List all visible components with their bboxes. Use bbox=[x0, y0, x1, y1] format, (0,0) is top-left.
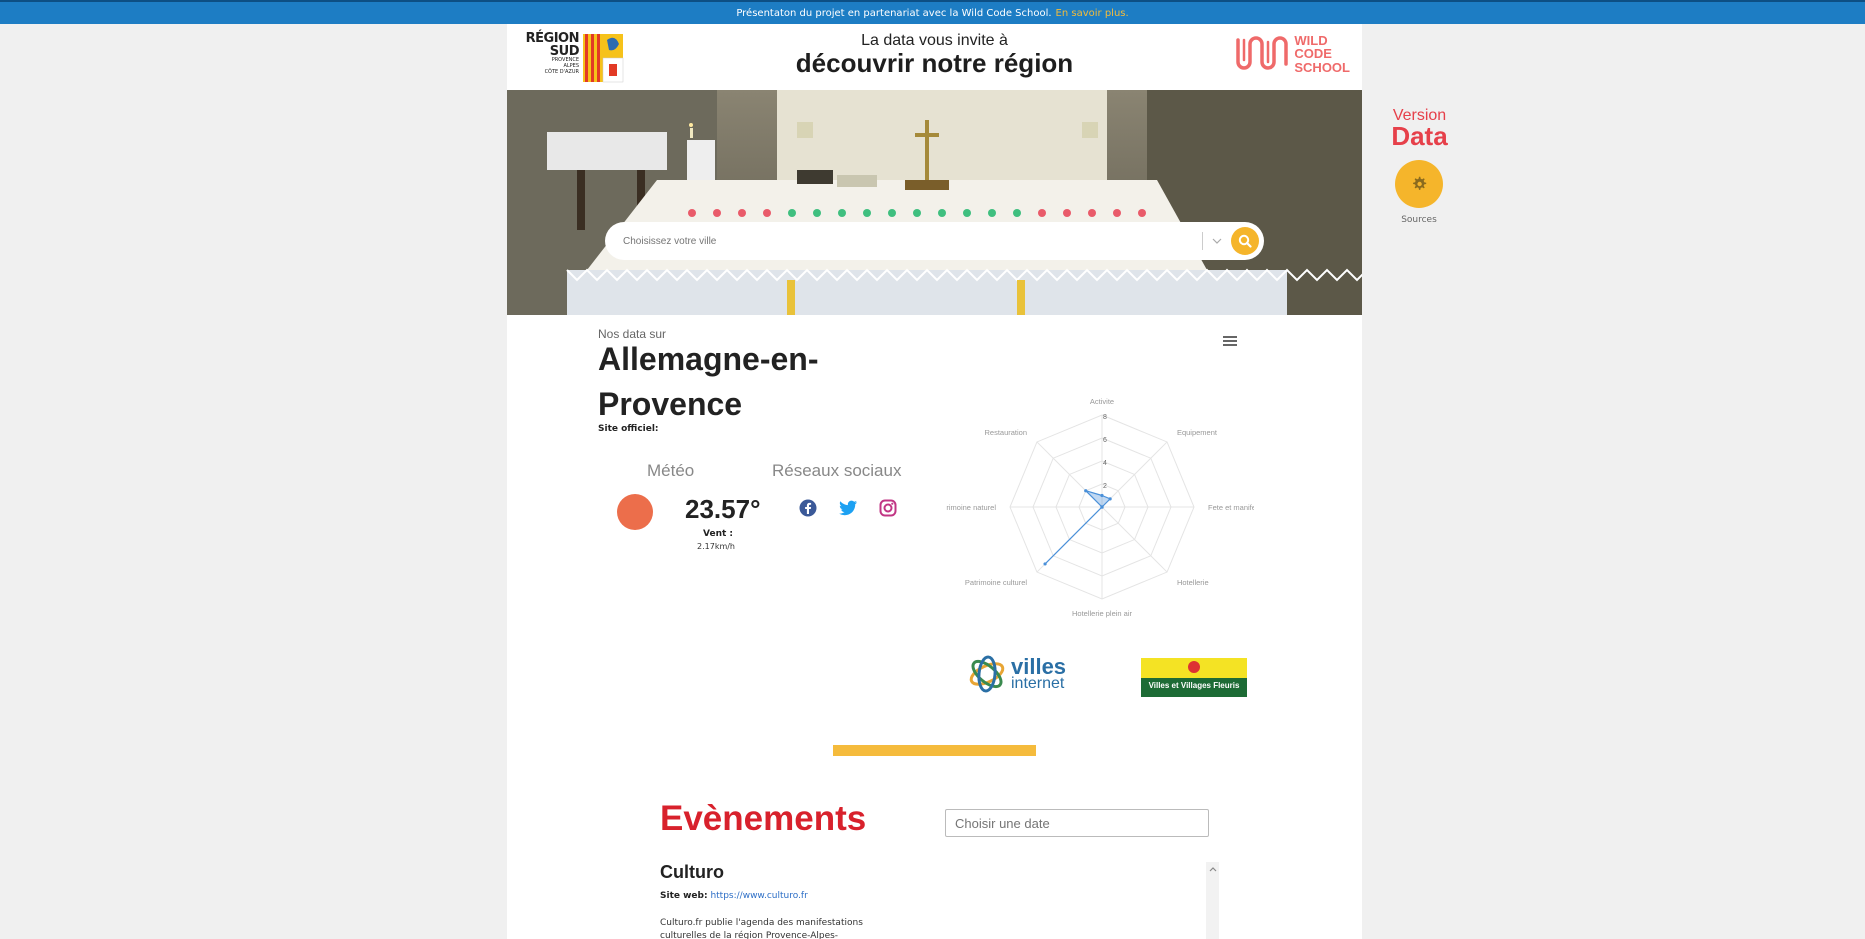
scroll-up-icon[interactable] bbox=[1206, 865, 1219, 874]
search-button[interactable] bbox=[1231, 227, 1259, 255]
radar-axis-label: rimoine naturel bbox=[946, 503, 996, 512]
radar-point bbox=[1043, 562, 1047, 566]
wcs-logo-line2: CODE bbox=[1294, 46, 1332, 62]
section-divider bbox=[833, 745, 1036, 756]
radar-point bbox=[1100, 493, 1104, 498]
radar-point bbox=[1108, 497, 1112, 501]
chevron-down-icon[interactable] bbox=[1203, 236, 1231, 247]
radar-tick-label: 6 bbox=[1103, 437, 1107, 444]
flower-icon bbox=[1188, 661, 1200, 673]
search-icon bbox=[1238, 234, 1252, 248]
city-search-input[interactable] bbox=[623, 235, 1202, 247]
radar-axis-label: Patrimoine culturel bbox=[965, 578, 1027, 587]
event-item: Culturo Site web: https://www.culturo.fr… bbox=[660, 862, 1226, 939]
version-line2: Data bbox=[1391, 121, 1448, 151]
radar-axis-label: Hotellerie plein air bbox=[1072, 609, 1133, 618]
sources-button[interactable] bbox=[1395, 160, 1443, 208]
villes-fleuris-badge: Villes et Villages Fleuris bbox=[1141, 658, 1247, 697]
city-name-line1: Allemagne-en- bbox=[598, 341, 819, 377]
hero-image bbox=[507, 90, 1362, 315]
wind-value: 2.17km/h bbox=[697, 542, 736, 551]
radar-axis-label: Activite bbox=[1090, 397, 1114, 406]
weather-title: Météo bbox=[647, 461, 695, 480]
event-website: Site web: https://www.culturo.fr bbox=[660, 891, 1226, 901]
events-title: Evènements bbox=[660, 799, 867, 838]
date-picker-input[interactable] bbox=[945, 809, 1209, 837]
wcs-logo-icon bbox=[1236, 36, 1289, 70]
radar-tick-label: 8 bbox=[1103, 414, 1107, 421]
event-website-label: Site web: bbox=[660, 891, 708, 901]
radar-point bbox=[1084, 489, 1088, 493]
wcs-logo-line3: SCHOOL bbox=[1294, 59, 1350, 75]
events-list: Culturo Site web: https://www.culturo.fr… bbox=[660, 862, 1226, 939]
instagram-icon[interactable] bbox=[877, 497, 899, 519]
villes-internet-line2: internet bbox=[1011, 674, 1065, 692]
event-website-link[interactable]: https://www.culturo.fr bbox=[710, 891, 807, 901]
top-banner: Présentaton du projet en partenariat ave… bbox=[0, 0, 1865, 24]
radar-point bbox=[1100, 505, 1104, 509]
chart-menu-icon[interactable] bbox=[1223, 336, 1237, 346]
radar-axis-label: Fete et manife bbox=[1208, 503, 1254, 512]
radar-axis-label: Hotellerie bbox=[1177, 578, 1209, 587]
facebook-icon[interactable] bbox=[797, 497, 819, 519]
events-scrollbar[interactable] bbox=[1206, 862, 1219, 939]
social-title: Réseaux sociaux bbox=[772, 461, 902, 480]
radar-tick-label: 2 bbox=[1103, 483, 1107, 490]
sources-label: Sources bbox=[1401, 215, 1437, 225]
sun-icon bbox=[617, 494, 653, 530]
city-name: Allemagne-en- Provence bbox=[598, 337, 898, 427]
villes-internet-logo-icon bbox=[969, 655, 1005, 693]
radar-axis-label: Restauration bbox=[985, 428, 1028, 437]
wcs-logo-line1: WILD bbox=[1294, 32, 1328, 48]
header: RÉGION SUD PROVENCE ALPES CÔTE D'AZUR La… bbox=[507, 24, 1362, 90]
banner-more-link[interactable]: En savoir plus. bbox=[1056, 8, 1129, 19]
wind-label: Vent : bbox=[703, 529, 734, 539]
temperature: 23.57° bbox=[685, 494, 761, 524]
banner-text: Présentaton du projet en partenariat ave… bbox=[736, 7, 1052, 19]
event-name: Culturo bbox=[660, 862, 724, 882]
hero-photo bbox=[507, 90, 1362, 315]
city-search[interactable] bbox=[605, 222, 1264, 260]
radar-tick-label: 4 bbox=[1103, 460, 1107, 467]
villes-fleuris-label: Villes et Villages Fleuris bbox=[1148, 681, 1240, 690]
radar-series-area bbox=[1044, 490, 1112, 565]
villes-internet-badge: villes internet bbox=[967, 654, 1066, 694]
villes-internet-line1: villes bbox=[1011, 653, 1067, 679]
twitter-icon[interactable] bbox=[837, 497, 859, 519]
wild-code-school-logo[interactable]: WILD CODE SCHOOL bbox=[1234, 32, 1350, 76]
gear-icon bbox=[1413, 176, 1427, 190]
event-description: Culturo.fr publie l'agenda des manifesta… bbox=[660, 918, 863, 939]
version-label: Version Data bbox=[1385, 107, 1454, 152]
city-name-line2: Provence bbox=[598, 386, 743, 422]
main-page: RÉGION SUD PROVENCE ALPES CÔTE D'AZUR La… bbox=[507, 24, 1362, 939]
radar-chart: 2 4 6 8 Activite Equipement Fete et manife Hote… bbox=[946, 397, 1254, 618]
radar-axis-label: Equipement bbox=[1177, 428, 1218, 437]
official-site-label: Site officiel: bbox=[598, 424, 659, 434]
